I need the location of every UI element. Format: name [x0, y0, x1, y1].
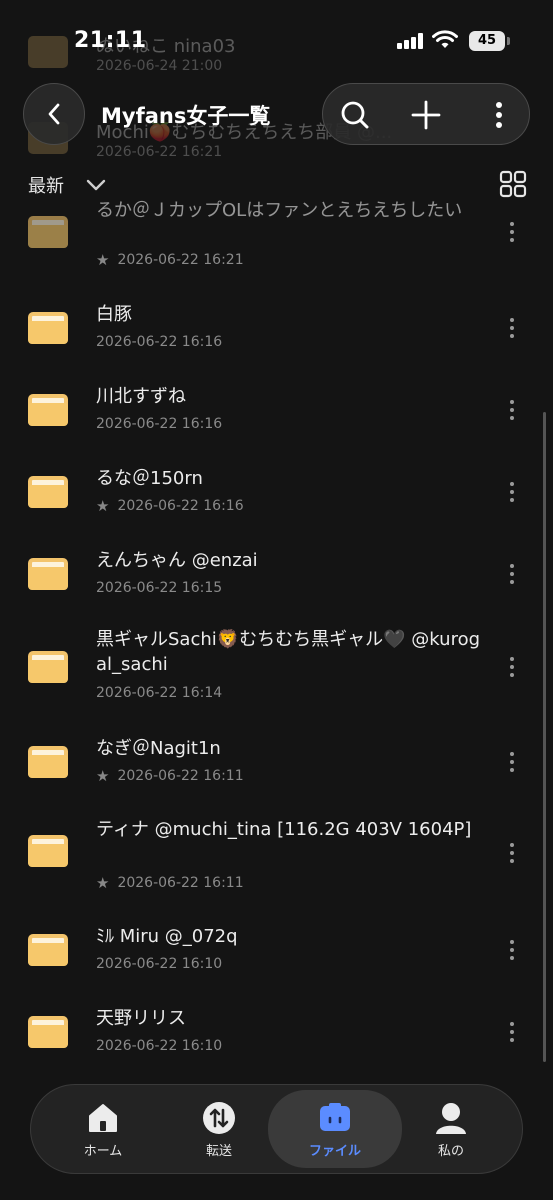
- folder-icon: [28, 1016, 68, 1048]
- status-bar: 21:11 45: [0, 0, 553, 80]
- page-title: Myfans女子一覧: [101, 104, 271, 128]
- folder-meta: 2026-06-22 16:16: [96, 334, 222, 350]
- folder-name: ティナ @muchi_tina [116.2G 403V 1604P]: [96, 819, 472, 840]
- folder-meta: ★ 2026-06-22 16:21: [96, 251, 244, 269]
- plus-icon: [411, 100, 441, 130]
- battery-indicator: 45: [469, 31, 505, 51]
- folder-date: 2026-06-22 16:10: [96, 956, 223, 972]
- folder-icon: [28, 934, 68, 966]
- folder-icon: [28, 651, 68, 683]
- folder-date: 2026-06-22 16:16: [96, 334, 223, 350]
- item-more-button[interactable]: [506, 843, 518, 865]
- grid-view-icon: [499, 170, 527, 198]
- folder-name: 黒ギャルSachi🦁むちむち黒ギャル🖤 @kurogal_sachi: [96, 629, 481, 675]
- add-button[interactable]: [396, 84, 456, 146]
- sort-label: 最新: [28, 176, 64, 197]
- nav-label: 私の: [437, 1144, 464, 1159]
- folder-name: 川北すずね: [96, 386, 186, 407]
- status-time: 21:11: [74, 28, 147, 53]
- folder-icon: [28, 476, 68, 508]
- chevron-left-icon: [48, 103, 60, 125]
- search-icon: [341, 101, 369, 129]
- item-more-button[interactable]: [506, 1022, 518, 1044]
- star-icon: ★: [96, 767, 110, 785]
- nav-label: ファイル: [308, 1144, 361, 1159]
- folder-name: ﾐﾙ Miru @_072q: [96, 926, 238, 947]
- home-icon: [89, 1104, 117, 1132]
- search-button[interactable]: [325, 84, 385, 146]
- folder-name: るか＠ＪカップOLはファンとえちえちしたい: [96, 200, 463, 221]
- item-more-button[interactable]: [506, 482, 518, 504]
- folder-meta: 2026-06-22 16:10: [96, 1038, 222, 1054]
- item-more-button[interactable]: [506, 752, 518, 774]
- item-more-button[interactable]: [506, 564, 518, 586]
- item-more-button[interactable]: [506, 318, 518, 340]
- files-icon: [320, 1103, 350, 1131]
- folder-name: 白豚: [96, 304, 132, 325]
- profile-icon: [436, 1103, 466, 1134]
- folder-icon: [28, 312, 68, 344]
- scrollbar[interactable]: [543, 412, 546, 1062]
- folder-meta: 2026-06-22 16:10: [96, 956, 222, 972]
- folder-meta: 2026-06-22 16:15: [96, 580, 222, 596]
- folder-icon: [28, 394, 68, 426]
- grid-view-button[interactable]: [499, 170, 527, 202]
- nav-transfer[interactable]: 転送: [159, 1085, 279, 1173]
- transfer-icon: [203, 1102, 235, 1134]
- wifi-icon: [432, 30, 458, 48]
- folder-name: えんちゃん @enzai: [96, 550, 258, 571]
- folder-date: 2026-06-22 16:16: [96, 416, 223, 432]
- folder-icon: [28, 835, 68, 867]
- more-vertical-icon: [496, 102, 502, 128]
- back-button[interactable]: [23, 83, 85, 145]
- folder-icon: [28, 216, 68, 248]
- nav-label: 転送: [205, 1144, 232, 1159]
- cellular-signal-icon: [397, 33, 425, 49]
- folder-icon: [28, 746, 68, 778]
- folder-meta: ★ 2026-06-22 16:11: [96, 767, 244, 785]
- folder-date: 2026-06-22 16:11: [117, 875, 244, 891]
- folder-meta: ★ 2026-06-22 16:11: [96, 874, 244, 892]
- bottom-navigation: ホーム 転送 ファイル 私の: [30, 1084, 523, 1174]
- folder-meta: ★ 2026-06-22 16:16: [96, 497, 244, 515]
- chevron-down-icon: [86, 179, 106, 191]
- sort-selector[interactable]: 最新: [28, 172, 106, 198]
- folder-date: 2026-06-22 16:14: [96, 685, 223, 701]
- folder-date: 2026-06-22 16:10: [96, 1038, 223, 1054]
- folder-icon: [28, 558, 68, 590]
- folder-date: 2026-06-22 16:21: [117, 252, 244, 268]
- folder-meta: 2026-06-22 16:14: [96, 685, 222, 701]
- item-more-button[interactable]: [506, 940, 518, 962]
- folder-name: るな＠150rn: [96, 468, 203, 489]
- item-more-button[interactable]: [506, 657, 518, 679]
- star-icon: ★: [96, 251, 110, 269]
- header-actions: [322, 83, 530, 145]
- folder-name: なぎ＠Nagit1n: [96, 738, 221, 759]
- nav-label: ホーム: [83, 1144, 123, 1159]
- nav-home[interactable]: ホーム: [43, 1085, 163, 1173]
- more-options-button[interactable]: [469, 84, 529, 146]
- battery-tip: [507, 37, 510, 45]
- nav-profile[interactable]: 私の: [391, 1085, 511, 1173]
- star-icon: ★: [96, 874, 110, 892]
- folder-date: 2026-06-22 16:16: [117, 498, 244, 514]
- item-more-button[interactable]: [506, 400, 518, 422]
- star-icon: ★: [96, 497, 110, 515]
- folder-date: 2026-06-22 16:15: [96, 580, 223, 596]
- ghost-folder-date: 2026-06-22 16:21: [96, 144, 223, 160]
- folder-date: 2026-06-22 16:11: [117, 768, 244, 784]
- folder-meta: 2026-06-22 16:16: [96, 416, 222, 432]
- item-more-button[interactable]: [506, 222, 518, 244]
- folder-name: 天野リリス: [96, 1008, 186, 1029]
- nav-files[interactable]: ファイル: [268, 1090, 402, 1168]
